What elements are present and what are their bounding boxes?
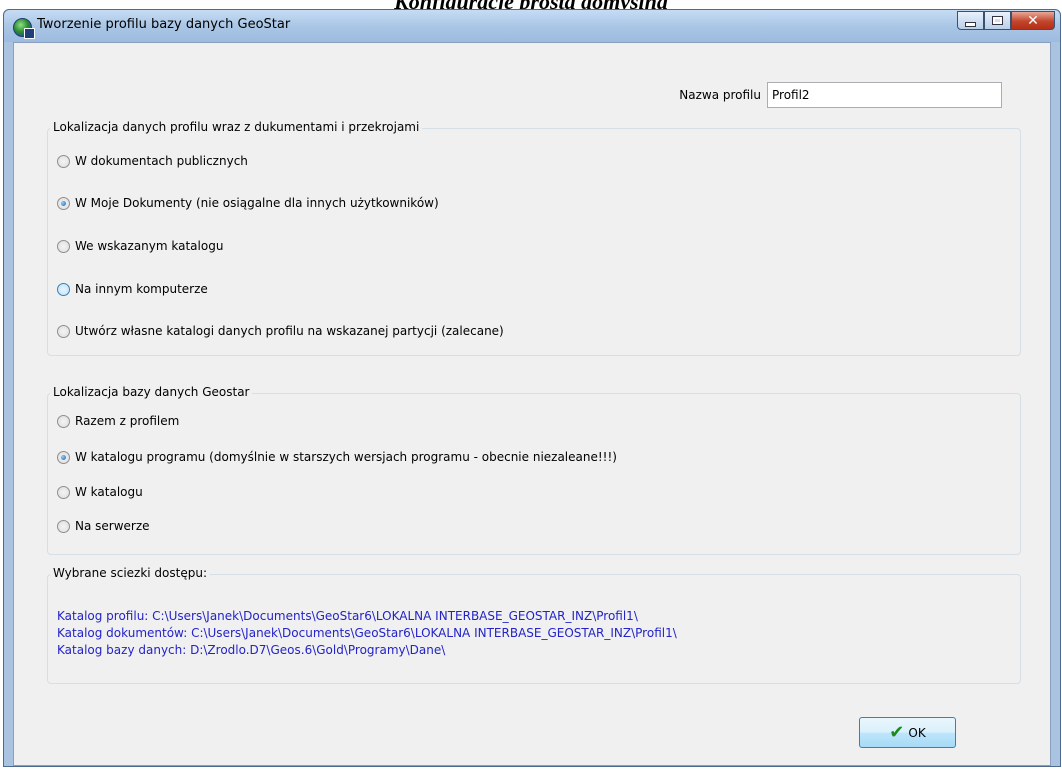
profile-name-label: Nazwa profilu bbox=[679, 88, 761, 102]
radio-with-profile[interactable]: Razem z profilem bbox=[57, 414, 179, 428]
radio-label: Na innym komputerze bbox=[75, 282, 208, 296]
maximize-icon bbox=[992, 16, 1003, 25]
radio-button[interactable] bbox=[57, 485, 70, 499]
ok-button[interactable]: ✔ OK bbox=[859, 717, 956, 748]
path-profile: Katalog profilu: C:\Users\Janek\Document… bbox=[57, 609, 638, 623]
radio-button[interactable] bbox=[57, 282, 70, 296]
radio-button[interactable] bbox=[57, 154, 70, 168]
radio-label: W katalogu programu (domyślnie w starszy… bbox=[75, 450, 617, 464]
radio-button[interactable] bbox=[57, 414, 70, 428]
radio-button[interactable] bbox=[57, 324, 70, 338]
checkmark-icon: ✔ bbox=[889, 721, 905, 743]
selected-paths-panel: Wybrane sciezki dostępu: Katalog profilu… bbox=[47, 566, 1021, 684]
radio-program-directory[interactable]: W katalogu programu (domyślnie w starszy… bbox=[57, 450, 617, 464]
radio-label: Utwórz własne katalogi danych profilu na… bbox=[75, 324, 504, 338]
dialog-client-area: Nazwa profilu Lokalizacja danych profilu… bbox=[13, 42, 1051, 766]
radio-own-partition[interactable]: Utwórz własne katalogi danych profilu na… bbox=[57, 324, 504, 338]
radio-label: W Moje Dokumenty (nie osiągalne dla inny… bbox=[75, 196, 439, 210]
path-documents: Katalog dokumentów: C:\Users\Janek\Docum… bbox=[57, 626, 677, 640]
minimize-icon bbox=[965, 22, 976, 27]
radio-label: Na serwerze bbox=[75, 519, 150, 533]
radio-selected-directory[interactable]: We wskazanym katalogu bbox=[57, 239, 223, 253]
title-bar[interactable]: Tworzenie profilu bazy danych GeoStar ✕ bbox=[4, 10, 1060, 42]
window-controls: ✕ bbox=[957, 11, 1055, 30]
path-database: Katalog bazy danych: D:\Zrodlo.D7\Geos.6… bbox=[57, 643, 446, 657]
globe-app-icon[interactable] bbox=[13, 18, 35, 39]
radio-public-documents[interactable]: W dokumentach publicznych bbox=[57, 154, 248, 168]
radio-label: Razem z profilem bbox=[75, 414, 180, 428]
radio-other-computer[interactable]: Na innym komputerze bbox=[57, 282, 208, 296]
close-button[interactable]: ✕ bbox=[1011, 11, 1055, 30]
dialog-window: Tworzenie profilu bazy danych GeoStar ✕ … bbox=[3, 9, 1061, 767]
minimize-button[interactable] bbox=[957, 11, 984, 30]
radio-my-documents[interactable]: W Moje Dokumenty (nie osiągalne dla inny… bbox=[57, 196, 439, 210]
db-location-group: Lokalizacja bazy danych Geostar Razem z … bbox=[47, 385, 1021, 555]
close-icon: ✕ bbox=[1027, 12, 1039, 29]
data-location-group-title: Lokalizacja danych profilu wraz z dukume… bbox=[50, 120, 423, 134]
window-title: Tworzenie profilu bazy danych GeoStar bbox=[37, 17, 291, 32]
radio-in-directory[interactable]: W katalogu bbox=[57, 485, 143, 499]
radio-label: We wskazanym katalogu bbox=[75, 239, 224, 253]
selected-paths-title: Wybrane sciezki dostępu: bbox=[50, 566, 210, 580]
radio-button-checked[interactable] bbox=[57, 450, 70, 464]
profile-name-input[interactable] bbox=[767, 82, 1002, 108]
radio-button-checked[interactable] bbox=[57, 196, 70, 210]
radio-label: W katalogu bbox=[75, 485, 143, 499]
maximize-button[interactable] bbox=[984, 11, 1011, 30]
data-location-group: Lokalizacja danych profilu wraz z dukume… bbox=[47, 120, 1021, 356]
db-location-group-title: Lokalizacja bazy danych Geostar bbox=[50, 385, 253, 399]
radio-button[interactable] bbox=[57, 519, 70, 533]
radio-button[interactable] bbox=[57, 239, 70, 253]
radio-on-server[interactable]: Na serwerze bbox=[57, 519, 150, 533]
profile-name-row: Nazwa profilu bbox=[679, 82, 1002, 108]
radio-label: W dokumentach publicznych bbox=[75, 154, 248, 168]
ok-button-label: OK bbox=[908, 725, 926, 740]
